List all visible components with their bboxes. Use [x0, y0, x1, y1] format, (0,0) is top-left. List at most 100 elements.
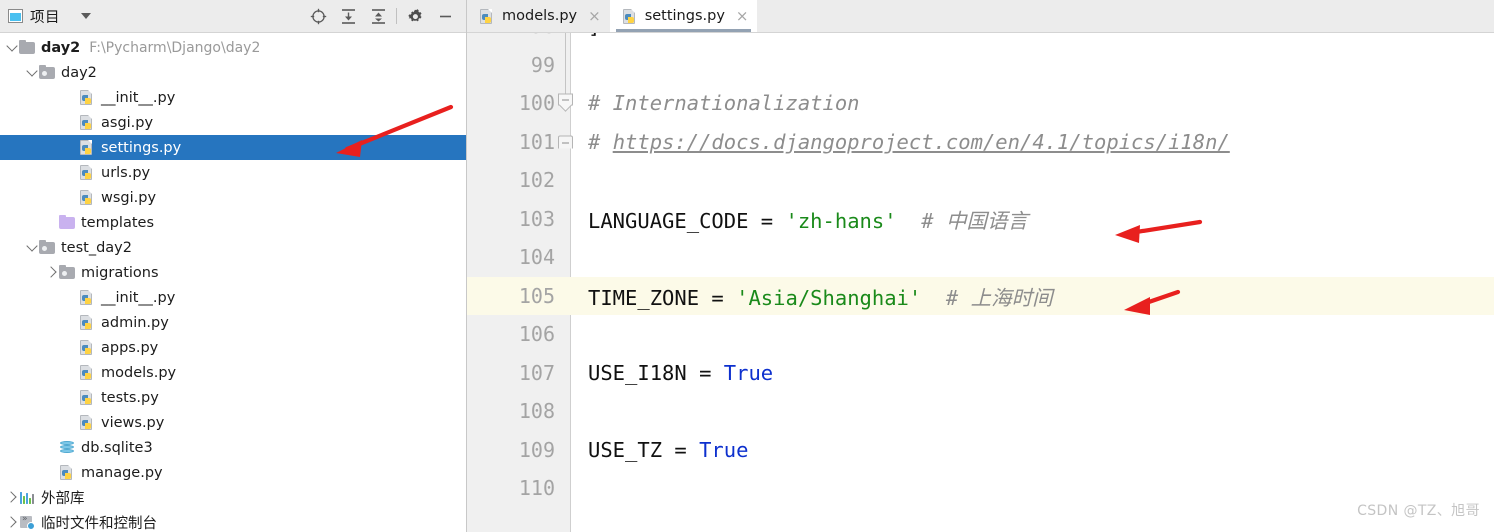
fold-gutter-cell[interactable]: [555, 238, 576, 277]
close-icon[interactable]: ×: [736, 8, 749, 24]
fold-gutter-cell[interactable]: [555, 469, 576, 508]
fold-collapse-icon[interactable]: [558, 93, 573, 113]
fold-gutter-cell[interactable]: [555, 123, 576, 162]
chevron-down-icon[interactable]: [26, 66, 39, 79]
tree-item-test_day2[interactable]: test_day2: [0, 235, 466, 260]
tree-item-day2[interactable]: day2: [0, 60, 466, 85]
fold-end-icon[interactable]: [558, 135, 573, 149]
fold-gutter-cell[interactable]: [555, 315, 576, 354]
tree-item-wsgi.py[interactable]: wsgi.py: [0, 185, 466, 210]
tree-item-settings.py[interactable]: settings.py: [0, 135, 466, 160]
tree-item-label: templates: [81, 214, 155, 231]
tree-item-db.sqlite3[interactable]: db.sqlite3: [0, 435, 466, 460]
code-line-98[interactable]: 98]: [467, 33, 1494, 46]
tree-item-[interactable]: 临时文件和控制台: [0, 510, 466, 532]
tree-item-views.py[interactable]: views.py: [0, 410, 466, 435]
line-number: 107: [518, 360, 555, 385]
folder-source-icon: [59, 264, 75, 279]
tree-twisty-placeholder: [66, 391, 79, 404]
tree-item-apps.py[interactable]: apps.py: [0, 335, 466, 360]
editor-tab-label: settings.py: [644, 8, 725, 24]
code-line-104[interactable]: 104: [467, 238, 1494, 277]
collapse-all-icon[interactable]: [363, 3, 393, 29]
code-line-110[interactable]: 110: [467, 469, 1494, 508]
tree-item-icon: [79, 414, 96, 431]
fold-gutter-cell[interactable]: [555, 200, 576, 239]
python-file-icon: [60, 465, 74, 481]
code-line-101[interactable]: 101 # https://docs.djangoproject.com/en/4…: [467, 123, 1494, 162]
code-line-103[interactable]: 103 LANGUAGE_CODE = 'zh-hans' # 中国语言: [467, 200, 1494, 239]
tree-item-icon: [59, 439, 76, 456]
tree-item-[interactable]: 外部库: [0, 485, 466, 510]
fold-gutter-cell[interactable]: [555, 431, 576, 470]
code-token-cmt: # Internationalization: [588, 91, 860, 116]
python-file-icon: [479, 8, 495, 25]
code-line-99[interactable]: 99: [467, 45, 1494, 84]
fold-gutter-cell[interactable]: [555, 277, 576, 316]
tree-item-manage.py[interactable]: manage.py: [0, 460, 466, 485]
gear-icon[interactable]: [400, 3, 430, 29]
python-file-icon: [80, 365, 94, 381]
tree-item-icon: [59, 214, 76, 231]
chevron-right-icon[interactable]: [46, 266, 59, 279]
code-editor[interactable]: 98] 99 100 # Internationalization 101 # https…: [467, 33, 1494, 532]
chevron-right-icon[interactable]: [6, 516, 19, 529]
chevron-down-icon[interactable]: [6, 41, 19, 54]
code-line-107[interactable]: 107 USE_I18N = True: [467, 354, 1494, 393]
tree-item-models.py[interactable]: models.py: [0, 360, 466, 385]
code-line-text: LANGUAGE_CODE = 'zh-hans' # 中国语言: [576, 204, 1028, 234]
editor-tab-settings-py[interactable]: settings.py ×: [609, 0, 758, 32]
tree-item-label: day2: [61, 64, 97, 81]
code-line-109[interactable]: 109 USE_TZ = True: [467, 431, 1494, 470]
minimize-icon[interactable]: [430, 3, 460, 29]
fold-gutter-cell[interactable]: [555, 354, 576, 393]
project-panel-title-group[interactable]: 项目: [8, 6, 91, 27]
fold-gutter-cell[interactable]: [555, 33, 576, 46]
tree-item-asgi.py[interactable]: asgi.py: [0, 110, 466, 135]
python-file-icon: [80, 390, 94, 406]
code-token-cmt: #: [921, 285, 971, 310]
tree-item-icon: [19, 514, 36, 531]
tree-item-icon: [19, 489, 36, 506]
code-line-108[interactable]: 108: [467, 392, 1494, 431]
tree-twisty-placeholder: [46, 466, 59, 479]
tree-twisty-placeholder: [66, 91, 79, 104]
tree-item-templates[interactable]: templates: [0, 210, 466, 235]
tree-item-icon: [79, 114, 96, 131]
line-number: 106: [518, 322, 555, 347]
tree-item-migrations[interactable]: migrations: [0, 260, 466, 285]
expand-all-icon[interactable]: [333, 3, 363, 29]
python-file-icon: [622, 8, 637, 25]
fold-gutter-cell[interactable]: [555, 392, 576, 431]
tree-item-day2[interactable]: day2 F:\Pycharm\Django\day2: [0, 35, 466, 60]
python-file-icon: [80, 290, 94, 306]
fold-gutter-cell[interactable]: [555, 45, 576, 84]
tree-item-tests.py[interactable]: tests.py: [0, 385, 466, 410]
tree-item-__init__.py[interactable]: __init__.py: [0, 285, 466, 310]
code-token-link[interactable]: https://docs.djangoproject.com/en/4.1/to…: [613, 130, 1230, 154]
code-line-100[interactable]: 100 # Internationalization: [467, 84, 1494, 123]
code-line-text: USE_TZ = True: [576, 438, 748, 462]
project-panel-icon: [8, 9, 23, 23]
chevron-down-icon[interactable]: [81, 13, 91, 19]
code-line-105[interactable]: 105 TIME_ZONE = 'Asia/Shanghai' # 上海时间: [467, 276, 1494, 316]
tree-item-__init__.py[interactable]: __init__.py: [0, 85, 466, 110]
editor-tab-models-py[interactable]: models.py ×: [467, 0, 610, 32]
tree-item-icon: [79, 339, 96, 356]
tree-item-admin.py[interactable]: admin.py: [0, 310, 466, 335]
close-icon[interactable]: ×: [588, 8, 601, 24]
chevron-down-icon[interactable]: [26, 241, 39, 254]
locate-target-icon[interactable]: [303, 3, 333, 29]
fold-gutter-cell[interactable]: [555, 161, 576, 200]
python-file-icon: [80, 190, 94, 206]
chevron-right-icon[interactable]: [6, 491, 19, 504]
fold-gutter-cell[interactable]: [555, 84, 576, 123]
tree-item-label: wsgi.py: [101, 189, 157, 206]
scratches-consoles-icon: [20, 514, 35, 530]
tree-item-urls.py[interactable]: urls.py: [0, 160, 466, 185]
line-number: 104: [518, 245, 555, 270]
code-line-106[interactable]: 106: [467, 315, 1494, 354]
code-line-102[interactable]: 102: [467, 161, 1494, 200]
tree-twisty-placeholder: [46, 441, 59, 454]
tree-twisty-placeholder: [66, 141, 79, 154]
